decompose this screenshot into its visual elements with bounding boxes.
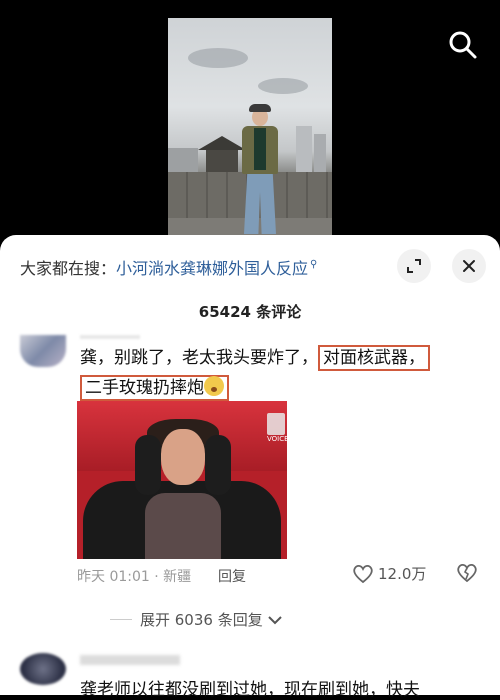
comment-text-plain: 龚，别跳了，老太我头要炸了， (80, 348, 318, 368)
avatar[interactable] (20, 335, 66, 367)
show-logo (267, 413, 285, 435)
search-button[interactable] (446, 28, 480, 62)
astonished-face-emoji (204, 376, 224, 396)
divider-line (110, 619, 132, 620)
person-face (161, 429, 205, 485)
video-frame[interactable] (168, 18, 332, 240)
comment-text: 龚，别跳了，老太我头要炸了， 对面核武器， 二手玫瑰扔摔炮 (80, 343, 480, 403)
chevron-down-icon (268, 615, 282, 624)
small-search-icon: ⚲ (310, 258, 318, 270)
highlight-box-1: 对面核武器， (318, 345, 430, 371)
cloud (258, 78, 308, 94)
pagoda (206, 150, 238, 172)
close-button[interactable] (452, 249, 486, 283)
highlight-box-2: 二手玫瑰扔摔炮 (80, 375, 229, 401)
like-button[interactable]: 12.0万 (352, 563, 426, 584)
expand-button[interactable] (397, 249, 431, 283)
pagoda-roof (198, 136, 246, 150)
comments-sheet: 大家都在搜： 小河淌水龚琳娜外国人反应 ⚲ 65424 条评论 龚，别跳了，老太… (0, 235, 500, 700)
video-player[interactable] (0, 0, 500, 240)
building (296, 126, 312, 178)
username-blurred[interactable] (80, 335, 140, 339)
comment-time: 昨天 01:01 (77, 569, 150, 585)
username-blurred[interactable] (80, 655, 180, 665)
like-count: 12.0万 (378, 565, 427, 583)
hand (205, 435, 231, 495)
comment-image[interactable]: VOICE (77, 401, 287, 559)
search-icon (449, 31, 477, 59)
comment-count: 65424 条评论 (198, 303, 302, 321)
hand (135, 435, 161, 495)
person-hat (249, 104, 271, 112)
comment-location: 新疆 (163, 569, 192, 585)
expand-icon (407, 259, 421, 273)
close-icon (463, 260, 475, 272)
search-query-link[interactable]: 小河淌水龚琳娜外国人反应 (116, 255, 308, 279)
person-shirt (254, 128, 266, 170)
expand-replies-button[interactable]: 展开 6036 条回复 (110, 609, 283, 630)
show-logo-text: VOICE (267, 435, 287, 443)
person-body (145, 493, 221, 559)
search-prefix: 大家都在搜： (20, 259, 117, 278)
expand-replies-label: 展开 6036 条回复 (140, 611, 263, 629)
cloud (188, 48, 248, 68)
dislike-button[interactable] (456, 563, 478, 587)
suggested-search[interactable]: 大家都在搜： 小河淌水龚琳娜外国人反应 ⚲ (20, 255, 317, 279)
comment-meta: 昨天 01:01 · 新疆 (77, 569, 192, 585)
highlight-box-2-text: 二手玫瑰扔摔炮 (85, 378, 204, 398)
avatar[interactable] (20, 653, 66, 685)
heart-icon (353, 564, 373, 583)
broken-heart-icon (457, 563, 477, 583)
reply-button[interactable]: 回复 (218, 566, 246, 586)
